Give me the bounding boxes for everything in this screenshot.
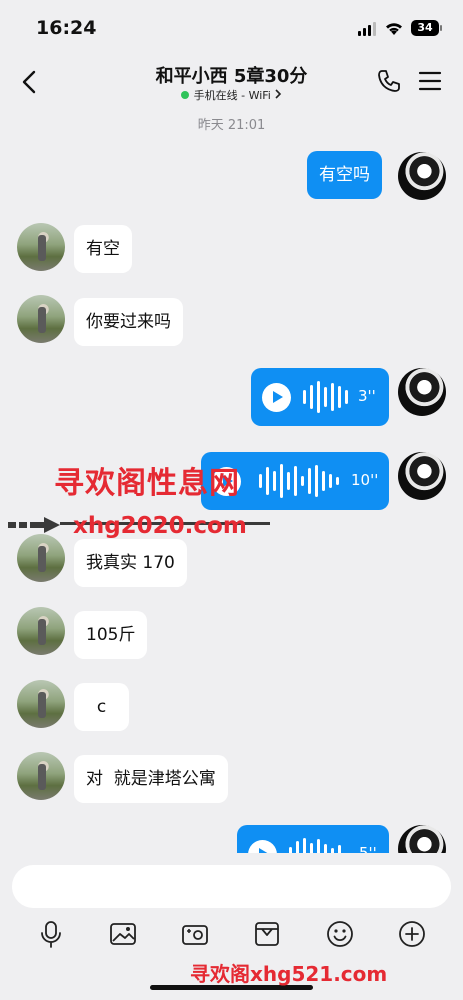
signal-icon [358, 22, 378, 36]
message-bubble-in[interactable]: 我真实 170 [74, 539, 187, 587]
online-status-text: 手机在线 - WiFi [193, 89, 271, 102]
wifi-icon [386, 23, 402, 35]
emoji-icon[interactable] [325, 919, 355, 949]
contact-avatar[interactable] [17, 680, 65, 728]
my-avatar[interactable] [398, 152, 446, 200]
voice-duration: 3'' [358, 387, 376, 405]
chevron-right-icon [275, 89, 282, 99]
my-avatar[interactable] [398, 452, 446, 500]
contact-avatar[interactable] [17, 295, 65, 343]
plus-icon[interactable] [397, 919, 427, 949]
contact-avatar[interactable] [17, 223, 65, 271]
voice-message[interactable]: 3'' [251, 368, 389, 426]
image-icon[interactable] [108, 919, 138, 949]
mic-icon[interactable] [36, 919, 66, 949]
message-bubble-in[interactable]: 你要过来吗 [74, 298, 183, 346]
message-bubble-in[interactable]: 105斤 [74, 611, 148, 659]
watermark-url: xhg2020.com [73, 513, 247, 539]
chat-screen: 16:24 34 和平小西 5章30分 手机在线 - WiFi 昨天 21:01… [0, 0, 463, 1000]
contact-avatar[interactable] [17, 752, 65, 800]
phone-call-icon[interactable] [376, 68, 402, 94]
watermark-arrow-icon [8, 517, 60, 533]
menu-icon[interactable] [418, 71, 442, 91]
camera-icon[interactable] [180, 919, 210, 949]
watermark-footer: 寻欢阁xhg521.com [190, 962, 388, 986]
waveform-icon [303, 368, 353, 426]
date-separator: 昨天 21:01 [197, 118, 266, 133]
message-bubble-in[interactable]: c [74, 683, 129, 731]
contact-avatar[interactable] [17, 534, 65, 582]
play-icon[interactable] [262, 383, 291, 412]
status-bar: 16:24 34 [0, 0, 463, 56]
message-bubble-in[interactable]: 有空 [74, 225, 132, 273]
contact-avatar[interactable] [17, 607, 65, 655]
waveform-icon [259, 452, 339, 510]
message-bubble-out[interactable]: 有空吗 [307, 151, 382, 199]
watermark-text: 寻欢阁性息网 [54, 466, 240, 501]
message-input[interactable] [12, 865, 451, 908]
online-dot-icon [180, 91, 189, 99]
file-icon[interactable] [252, 919, 282, 949]
status-time: 16:24 [36, 17, 97, 39]
chat-header: 和平小西 5章30分 手机在线 - WiFi [0, 56, 463, 108]
message-bubble-in[interactable]: 对 就是津塔公寓 [74, 755, 228, 803]
battery-icon: 34 [411, 20, 442, 36]
voice-duration: 10'' [351, 471, 379, 489]
my-avatar[interactable] [398, 368, 446, 416]
